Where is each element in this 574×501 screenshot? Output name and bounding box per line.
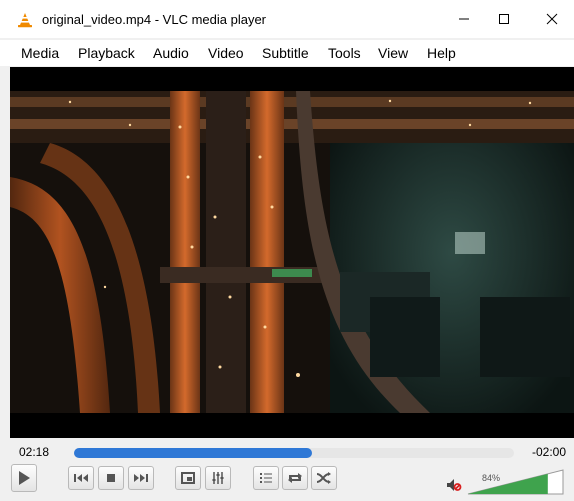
minimize-icon: [459, 18, 469, 20]
video-display[interactable]: [10, 67, 574, 438]
maximize-button[interactable]: [482, 0, 526, 38]
speaker-muted-icon[interactable]: [446, 478, 462, 492]
previous-button[interactable]: [68, 466, 94, 490]
shuffle-button[interactable]: [311, 466, 337, 490]
extended-settings-icon: [212, 472, 224, 484]
fullscreen-button[interactable]: [175, 466, 201, 490]
menu-subtitle[interactable]: Subtitle: [262, 45, 309, 61]
menu-video[interactable]: Video: [208, 45, 244, 61]
menu-bar: Media Playback Audio Video Subtitle Tool…: [0, 40, 574, 66]
elapsed-time: 02:18: [19, 445, 50, 459]
previous-icon: [74, 474, 88, 482]
menu-tools[interactable]: Tools: [328, 45, 361, 61]
menu-help[interactable]: Help: [427, 45, 456, 61]
menu-media[interactable]: Media: [21, 45, 59, 61]
maximize-icon: [499, 14, 509, 24]
vlc-cone-icon: [18, 13, 32, 28]
stop-icon: [107, 474, 115, 482]
menu-view[interactable]: View: [378, 45, 408, 61]
fullscreen-icon: [181, 472, 195, 484]
seek-bar[interactable]: [74, 448, 514, 458]
next-icon: [134, 474, 148, 482]
shuffle-icon: [316, 472, 331, 484]
play-icon: [19, 471, 30, 485]
controls-panel: 02:18 -02:00 84%: [0, 438, 574, 501]
seek-progress: [74, 448, 312, 458]
menu-audio[interactable]: Audio: [153, 45, 189, 61]
close-button[interactable]: [530, 0, 574, 38]
close-icon: [546, 13, 558, 25]
minimize-button[interactable]: [442, 0, 486, 38]
window-title: original_video.mp4 - VLC media player: [42, 12, 267, 27]
loop-icon: [288, 473, 302, 483]
playlist-button[interactable]: [253, 466, 279, 490]
playlist-icon: [260, 473, 272, 483]
volume-slider[interactable]: [467, 468, 565, 496]
loop-button[interactable]: [282, 466, 308, 490]
video-frame: [10, 91, 574, 413]
play-button[interactable]: [11, 464, 37, 492]
remaining-time: -02:00: [532, 445, 567, 459]
title-bar: original_video.mp4 - VLC media player: [0, 0, 574, 38]
stop-button[interactable]: [98, 466, 124, 490]
extended-settings-button[interactable]: [205, 466, 231, 490]
menu-playback[interactable]: Playback: [78, 45, 135, 61]
next-button[interactable]: [128, 466, 154, 490]
